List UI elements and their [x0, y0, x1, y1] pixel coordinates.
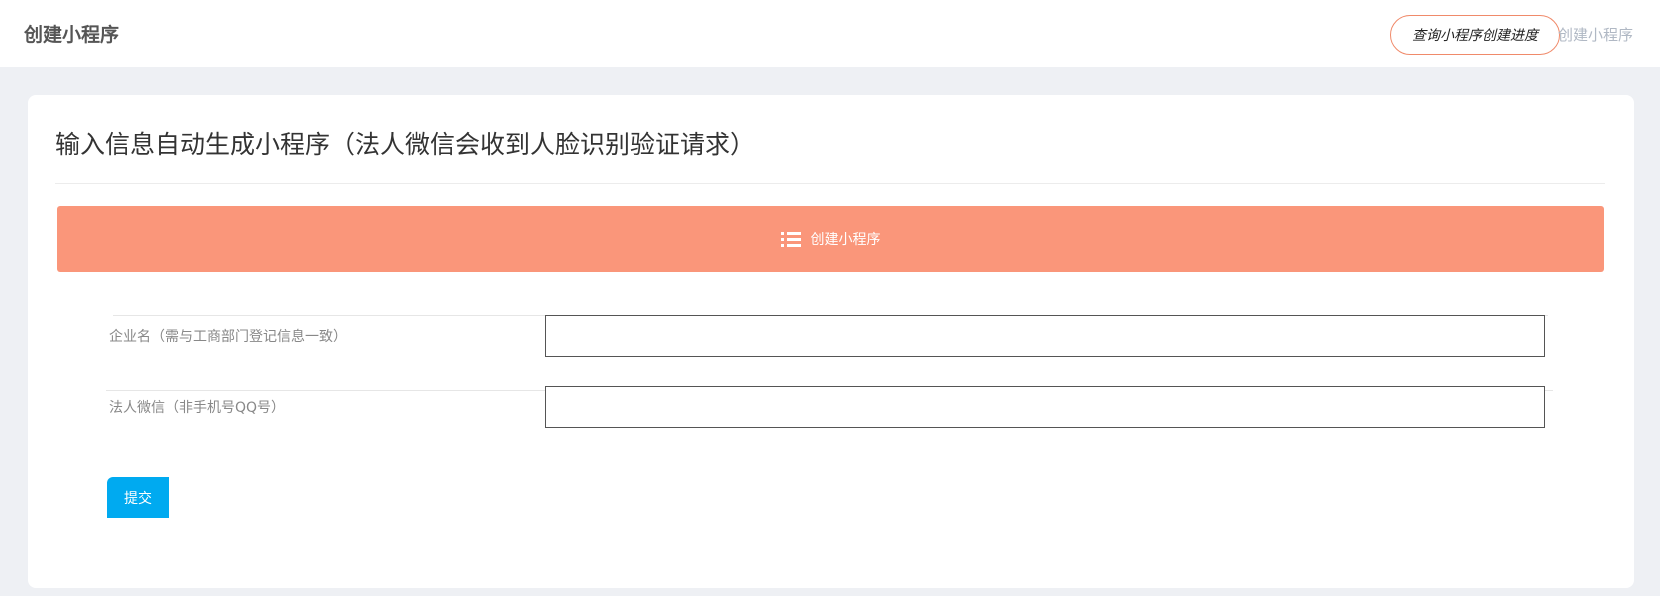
title-divider [55, 183, 1605, 184]
form-card: 输入信息自动生成小程序（法人微信会收到人脸识别验证请求） 创建小程序 企业名（需… [28, 95, 1634, 588]
create-miniprogram-link[interactable]: 创建小程序 [1558, 24, 1633, 45]
submit-button[interactable]: 提交 [107, 477, 169, 518]
legal-wechat-label: 法人微信（非手机号QQ号） [109, 400, 286, 416]
company-name-input[interactable] [545, 315, 1545, 357]
app-title: 创建小程序 [24, 24, 120, 46]
top-bar: 创建小程序 查询小程序创建进度 创建小程序 [0, 0, 1660, 67]
query-progress-button[interactable]: 查询小程序创建进度 [1390, 15, 1560, 55]
section-banner: 创建小程序 [57, 206, 1604, 272]
list-icon [780, 231, 801, 247]
banner-label: 创建小程序 [810, 232, 881, 248]
page-title: 输入信息自动生成小程序（法人微信会收到人脸识别验证请求） [55, 130, 756, 159]
legal-wechat-input[interactable] [545, 386, 1545, 428]
company-name-label: 企业名（需与工商部门登记信息一致） [109, 329, 347, 345]
